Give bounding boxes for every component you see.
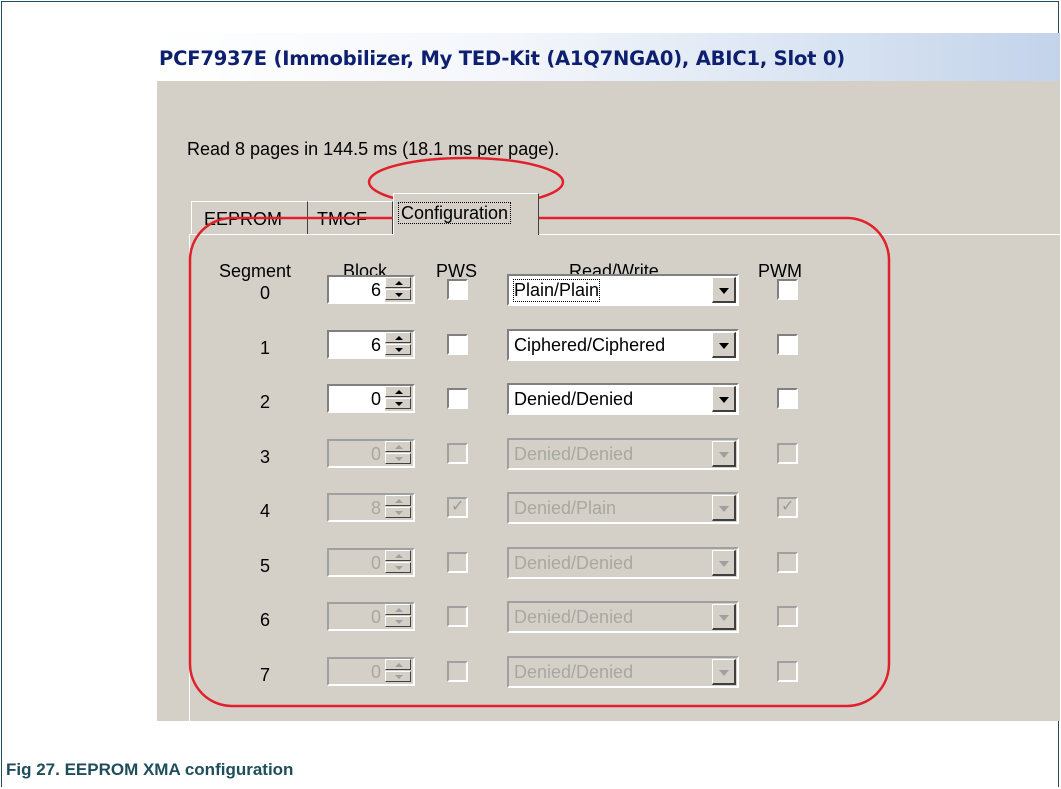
figure-caption: Fig 27. EEPROM XMA configuration <box>6 760 294 779</box>
annotation-layer <box>188 156 891 708</box>
tab-configuration[interactable]: Configuration <box>393 193 539 235</box>
table-highlight-box <box>188 216 891 708</box>
tab-label: Configuration <box>397 202 512 224</box>
